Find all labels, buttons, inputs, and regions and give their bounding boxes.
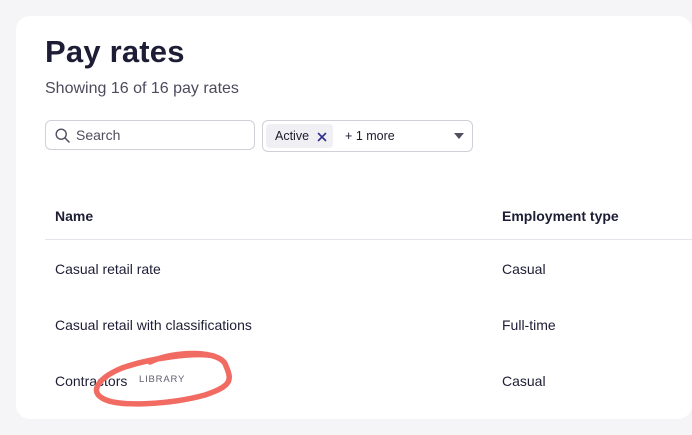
screen: Pay rates Showing 16 of 16 pay rates Act… bbox=[0, 0, 692, 435]
library-badge: LIBRARY bbox=[139, 374, 186, 385]
row-name[interactable]: Casual retail rate bbox=[55, 261, 161, 277]
row-name[interactable]: Casual retail with classifications bbox=[55, 317, 252, 333]
row-employment-type: Casual bbox=[502, 261, 546, 277]
search-icon bbox=[55, 127, 70, 143]
pay-rates-card: Pay rates Showing 16 of 16 pay rates Act… bbox=[16, 16, 692, 419]
filter-chip-active: Active bbox=[266, 124, 334, 148]
status-filter-select[interactable]: Active + 1 more bbox=[262, 120, 473, 152]
filter-chip-label: Active bbox=[275, 129, 310, 143]
search-field[interactable] bbox=[45, 120, 255, 150]
page-title: Pay rates bbox=[45, 34, 185, 69]
row-employment-type: Full-time bbox=[502, 317, 556, 333]
filter-more-count: + 1 more bbox=[345, 129, 395, 143]
header-divider bbox=[45, 239, 692, 240]
row-name[interactable]: Contractors bbox=[55, 373, 127, 389]
row-employment-type: Casual bbox=[502, 373, 546, 389]
results-count: Showing 16 of 16 pay rates bbox=[45, 80, 239, 97]
column-header-employment-type[interactable]: Employment type bbox=[502, 208, 619, 224]
close-icon[interactable] bbox=[317, 131, 327, 142]
chevron-down-icon[interactable] bbox=[454, 133, 464, 139]
column-header-name[interactable]: Name bbox=[55, 208, 93, 224]
search-input[interactable] bbox=[76, 127, 236, 143]
